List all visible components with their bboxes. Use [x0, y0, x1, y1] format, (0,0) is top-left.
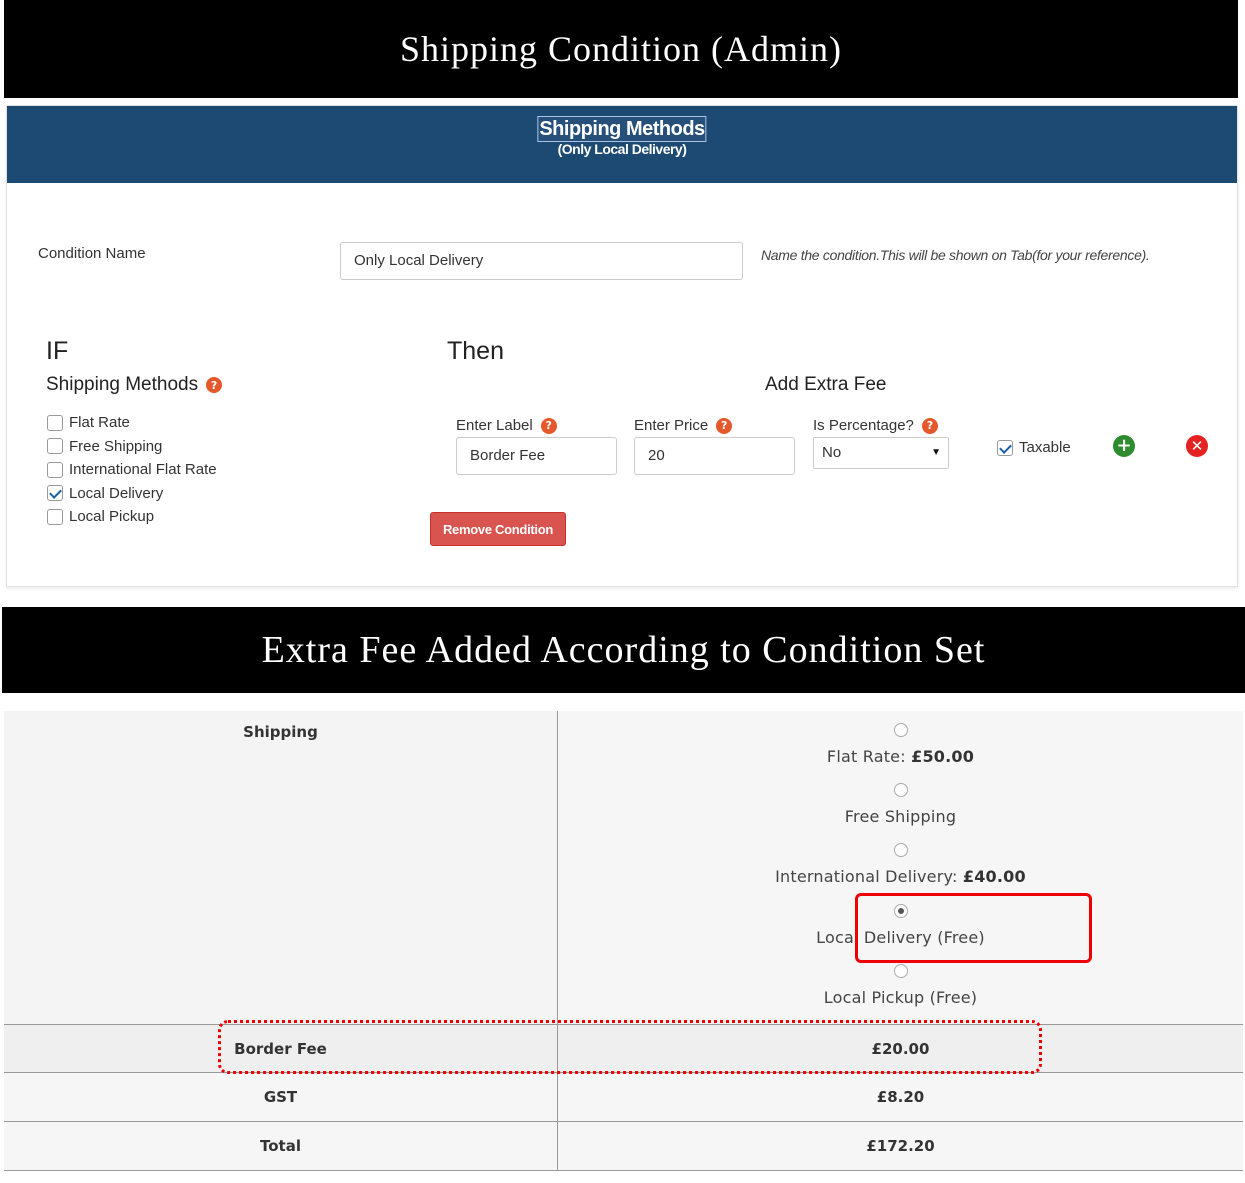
add-extra-fee-heading: Add Extra Fee [765, 374, 887, 395]
help-icon[interactable]: ? [206, 377, 223, 393]
chevron-down-icon: ▼ [931, 447, 941, 458]
shipping-methods-heading-text: Shipping Methods [46, 374, 199, 395]
fee-price-input[interactable]: 20 [634, 437, 795, 475]
plus-circle-icon[interactable]: + [1113, 435, 1135, 457]
condition-name-input[interactable]: Only Local Delivery [340, 242, 743, 280]
fee-percentage-caption: Is Percentage? ? [813, 417, 938, 434]
method-international-flat-rate[interactable]: International Flat Rate [47, 458, 217, 482]
method-checkbox[interactable] [47, 414, 63, 431]
condition-name-hint: Name the condition.This will be shown on… [761, 247, 1150, 263]
shipping-option-price: £50.00 [911, 747, 975, 766]
shipping-option-label: Local Pickup (Free) [823, 988, 978, 1007]
method-local-pickup[interactable]: Local Pickup [47, 505, 217, 529]
method-checkbox[interactable] [47, 461, 63, 478]
is-percentage-value: No [822, 444, 842, 461]
remove-condition-button[interactable]: Remove Condition [430, 512, 566, 546]
method-label: Local Pickup [69, 508, 155, 526]
shipping-option-label: Free Shipping [844, 807, 957, 826]
gst-row: GST £8.20 [4, 1073, 1243, 1122]
shipping-radio[interactable] [893, 843, 908, 857]
total-label: Total [260, 1137, 301, 1155]
shipping-row: Shipping Flat Rate: £50.00 Free Shipping… [4, 711, 1243, 1025]
close-circle-icon[interactable]: ✕ [1186, 435, 1208, 457]
fee-price-caption: Enter Price ? [634, 417, 733, 434]
fee-percentage-caption-text: Is Percentage? [813, 417, 914, 434]
shipping-radio[interactable] [893, 783, 908, 797]
fee-label-caption: Enter Label ? [456, 417, 557, 434]
panel-header: Shipping Methods (Only Local Delivery) [7, 106, 1237, 183]
is-percentage-select[interactable]: No ▼ [813, 437, 949, 469]
then-heading: Then [447, 337, 504, 365]
shipping-radio[interactable] [893, 964, 908, 978]
middle-banner-title: Extra Fee Added According to Condition S… [261, 629, 986, 671]
top-banner: Shipping Condition (Admin) [4, 0, 1238, 98]
method-local-delivery[interactable]: Local Delivery [47, 482, 217, 506]
local-delivery-highlight [855, 893, 1092, 963]
panel-title: Shipping Methods [537, 116, 707, 142]
shipping-options: Flat Rate: £50.00 Free Shipping Internat… [557, 711, 1243, 1024]
method-label: Flat Rate [69, 414, 130, 432]
fee-label-input[interactable]: Border Fee [456, 437, 617, 475]
gst-value: £8.20 [557, 1073, 1243, 1121]
method-checkbox[interactable] [47, 485, 63, 502]
help-icon[interactable]: ? [921, 417, 938, 434]
method-checkbox[interactable] [47, 508, 63, 525]
total-row: Total £172.20 [4, 1122, 1243, 1171]
shipping-methods-heading: Shipping Methods ? [46, 374, 223, 396]
taxable-checkbox[interactable] [997, 439, 1013, 456]
method-label: Local Delivery [69, 484, 164, 502]
shipping-option-local-pickup[interactable]: Local Pickup (Free) [558, 964, 1243, 1007]
method-label: Free Shipping [69, 437, 163, 455]
shipping-option-flat-rate[interactable]: Flat Rate: £50.00 [558, 723, 1243, 766]
fee-price-caption-text: Enter Price [634, 417, 709, 434]
panel-subtitle: (Only Local Delivery) [557, 141, 687, 157]
top-banner-title: Shipping Condition (Admin) [399, 29, 843, 69]
method-checkbox[interactable] [47, 438, 63, 455]
method-flat-rate[interactable]: Flat Rate [47, 411, 217, 435]
condition-name-label: Condition Name [38, 245, 146, 262]
shipping-option-label: Flat Rate: £50.00 [826, 747, 975, 766]
gst-label: GST [263, 1088, 298, 1106]
shipping-option-price: £40.00 [962, 867, 1026, 886]
method-free-shipping[interactable]: Free Shipping [47, 435, 217, 459]
total-value: £172.20 [557, 1122, 1243, 1170]
middle-banner: Extra Fee Added According to Condition S… [2, 607, 1245, 693]
method-label: International Flat Rate [69, 461, 217, 479]
shipping-radio[interactable] [893, 723, 908, 737]
border-fee-highlight [218, 1020, 1042, 1074]
taxable-toggle[interactable]: Taxable [997, 439, 1071, 456]
taxable-label: Taxable [1019, 439, 1071, 456]
if-heading: IF [46, 337, 69, 365]
shipping-option-label: International Delivery: £40.00 [775, 867, 1026, 886]
shipping-label: Shipping [243, 723, 318, 741]
help-icon[interactable]: ? [540, 417, 557, 434]
fee-label-caption-text: Enter Label [456, 417, 533, 434]
shipping-option-free-shipping[interactable]: Free Shipping [558, 783, 1243, 826]
shipping-methods-list: Flat Rate Free Shipping International Fl… [47, 411, 217, 529]
shipping-option-international-delivery[interactable]: International Delivery: £40.00 [558, 843, 1243, 886]
shipping-condition-panel: Shipping Methods (Only Local Delivery) C… [6, 105, 1238, 587]
help-icon[interactable]: ? [716, 417, 733, 434]
